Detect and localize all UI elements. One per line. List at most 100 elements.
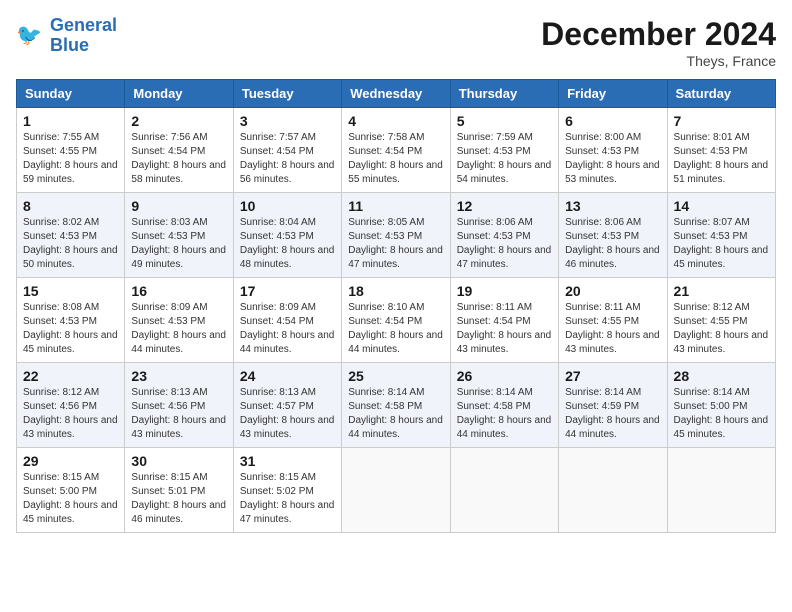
day-info: Sunrise: 8:13 AM Sunset: 4:57 PM Dayligh…	[240, 386, 335, 442]
day-info: Sunrise: 8:15 AM Sunset: 5:02 PM Dayligh…	[240, 471, 335, 527]
day-number: 24	[240, 368, 335, 384]
day-number: 31	[240, 453, 335, 469]
day-number: 2	[131, 113, 226, 129]
column-header-monday: Monday	[125, 80, 233, 108]
calendar-cell	[667, 448, 775, 533]
column-header-thursday: Thursday	[450, 80, 558, 108]
day-info: Sunrise: 8:11 AM Sunset: 4:54 PM Dayligh…	[457, 301, 552, 357]
day-info: Sunrise: 8:01 AM Sunset: 4:53 PM Dayligh…	[674, 131, 769, 187]
column-header-tuesday: Tuesday	[233, 80, 341, 108]
day-info: Sunrise: 7:57 AM Sunset: 4:54 PM Dayligh…	[240, 131, 335, 187]
day-number: 9	[131, 198, 226, 214]
logo: 🐦 General Blue	[16, 16, 117, 56]
calendar-week-row: 29 Sunrise: 8:15 AM Sunset: 5:00 PM Dayl…	[17, 448, 776, 533]
day-number: 22	[23, 368, 118, 384]
day-number: 12	[457, 198, 552, 214]
calendar-cell: 8 Sunrise: 8:02 AM Sunset: 4:53 PM Dayli…	[17, 193, 125, 278]
calendar-cell: 5 Sunrise: 7:59 AM Sunset: 4:53 PM Dayli…	[450, 108, 558, 193]
day-number: 8	[23, 198, 118, 214]
day-info: Sunrise: 8:15 AM Sunset: 5:01 PM Dayligh…	[131, 471, 226, 527]
calendar-cell: 26 Sunrise: 8:14 AM Sunset: 4:58 PM Dayl…	[450, 363, 558, 448]
day-number: 19	[457, 283, 552, 299]
day-info: Sunrise: 8:07 AM Sunset: 4:53 PM Dayligh…	[674, 216, 769, 272]
calendar-week-row: 15 Sunrise: 8:08 AM Sunset: 4:53 PM Dayl…	[17, 278, 776, 363]
calendar-cell: 28 Sunrise: 8:14 AM Sunset: 5:00 PM Dayl…	[667, 363, 775, 448]
calendar-cell: 27 Sunrise: 8:14 AM Sunset: 4:59 PM Dayl…	[559, 363, 667, 448]
day-info: Sunrise: 8:09 AM Sunset: 4:54 PM Dayligh…	[240, 301, 335, 357]
location: Theys, France	[541, 53, 776, 69]
month-title: December 2024	[541, 16, 776, 53]
calendar-cell: 18 Sunrise: 8:10 AM Sunset: 4:54 PM Dayl…	[342, 278, 450, 363]
calendar-cell: 24 Sunrise: 8:13 AM Sunset: 4:57 PM Dayl…	[233, 363, 341, 448]
day-info: Sunrise: 8:11 AM Sunset: 4:55 PM Dayligh…	[565, 301, 660, 357]
day-number: 15	[23, 283, 118, 299]
day-info: Sunrise: 8:02 AM Sunset: 4:53 PM Dayligh…	[23, 216, 118, 272]
calendar-cell	[342, 448, 450, 533]
calendar-cell: 16 Sunrise: 8:09 AM Sunset: 4:53 PM Dayl…	[125, 278, 233, 363]
calendar-week-row: 1 Sunrise: 7:55 AM Sunset: 4:55 PM Dayli…	[17, 108, 776, 193]
calendar-cell: 21 Sunrise: 8:12 AM Sunset: 4:55 PM Dayl…	[667, 278, 775, 363]
day-number: 27	[565, 368, 660, 384]
calendar-cell: 12 Sunrise: 8:06 AM Sunset: 4:53 PM Dayl…	[450, 193, 558, 278]
day-info: Sunrise: 8:06 AM Sunset: 4:53 PM Dayligh…	[457, 216, 552, 272]
calendar-cell: 17 Sunrise: 8:09 AM Sunset: 4:54 PM Dayl…	[233, 278, 341, 363]
day-number: 10	[240, 198, 335, 214]
day-info: Sunrise: 8:14 AM Sunset: 4:58 PM Dayligh…	[457, 386, 552, 442]
calendar-cell: 25 Sunrise: 8:14 AM Sunset: 4:58 PM Dayl…	[342, 363, 450, 448]
calendar-cell: 4 Sunrise: 7:58 AM Sunset: 4:54 PM Dayli…	[342, 108, 450, 193]
day-number: 4	[348, 113, 443, 129]
column-header-wednesday: Wednesday	[342, 80, 450, 108]
calendar-cell: 1 Sunrise: 7:55 AM Sunset: 4:55 PM Dayli…	[17, 108, 125, 193]
calendar-cell: 3 Sunrise: 7:57 AM Sunset: 4:54 PM Dayli…	[233, 108, 341, 193]
calendar-cell	[559, 448, 667, 533]
day-info: Sunrise: 8:05 AM Sunset: 4:53 PM Dayligh…	[348, 216, 443, 272]
day-info: Sunrise: 8:12 AM Sunset: 4:56 PM Dayligh…	[23, 386, 118, 442]
day-info: Sunrise: 7:55 AM Sunset: 4:55 PM Dayligh…	[23, 131, 118, 187]
day-number: 30	[131, 453, 226, 469]
day-number: 3	[240, 113, 335, 129]
day-number: 23	[131, 368, 226, 384]
column-header-saturday: Saturday	[667, 80, 775, 108]
day-number: 28	[674, 368, 769, 384]
day-number: 29	[23, 453, 118, 469]
day-number: 14	[674, 198, 769, 214]
calendar-week-row: 22 Sunrise: 8:12 AM Sunset: 4:56 PM Dayl…	[17, 363, 776, 448]
calendar-week-row: 8 Sunrise: 8:02 AM Sunset: 4:53 PM Dayli…	[17, 193, 776, 278]
day-info: Sunrise: 8:12 AM Sunset: 4:55 PM Dayligh…	[674, 301, 769, 357]
day-info: Sunrise: 8:03 AM Sunset: 4:53 PM Dayligh…	[131, 216, 226, 272]
day-info: Sunrise: 8:14 AM Sunset: 4:58 PM Dayligh…	[348, 386, 443, 442]
day-info: Sunrise: 8:08 AM Sunset: 4:53 PM Dayligh…	[23, 301, 118, 357]
calendar-cell: 15 Sunrise: 8:08 AM Sunset: 4:53 PM Dayl…	[17, 278, 125, 363]
day-number: 11	[348, 198, 443, 214]
calendar-cell: 2 Sunrise: 7:56 AM Sunset: 4:54 PM Dayli…	[125, 108, 233, 193]
day-number: 13	[565, 198, 660, 214]
calendar-cell: 30 Sunrise: 8:15 AM Sunset: 5:01 PM Dayl…	[125, 448, 233, 533]
day-number: 18	[348, 283, 443, 299]
day-info: Sunrise: 8:09 AM Sunset: 4:53 PM Dayligh…	[131, 301, 226, 357]
day-number: 20	[565, 283, 660, 299]
day-info: Sunrise: 8:14 AM Sunset: 4:59 PM Dayligh…	[565, 386, 660, 442]
calendar-cell: 22 Sunrise: 8:12 AM Sunset: 4:56 PM Dayl…	[17, 363, 125, 448]
day-info: Sunrise: 8:06 AM Sunset: 4:53 PM Dayligh…	[565, 216, 660, 272]
day-number: 25	[348, 368, 443, 384]
calendar-cell: 14 Sunrise: 8:07 AM Sunset: 4:53 PM Dayl…	[667, 193, 775, 278]
day-info: Sunrise: 8:15 AM Sunset: 5:00 PM Dayligh…	[23, 471, 118, 527]
title-area: December 2024 Theys, France	[541, 16, 776, 69]
logo-icon: 🐦	[16, 21, 46, 51]
calendar-cell	[450, 448, 558, 533]
calendar-cell: 23 Sunrise: 8:13 AM Sunset: 4:56 PM Dayl…	[125, 363, 233, 448]
column-header-friday: Friday	[559, 80, 667, 108]
day-info: Sunrise: 8:04 AM Sunset: 4:53 PM Dayligh…	[240, 216, 335, 272]
calendar-cell: 19 Sunrise: 8:11 AM Sunset: 4:54 PM Dayl…	[450, 278, 558, 363]
page-header: 🐦 General Blue December 2024 Theys, Fran…	[16, 16, 776, 69]
day-number: 21	[674, 283, 769, 299]
calendar-cell: 13 Sunrise: 8:06 AM Sunset: 4:53 PM Dayl…	[559, 193, 667, 278]
logo-text: General Blue	[50, 16, 117, 56]
calendar-cell: 9 Sunrise: 8:03 AM Sunset: 4:53 PM Dayli…	[125, 193, 233, 278]
day-info: Sunrise: 8:10 AM Sunset: 4:54 PM Dayligh…	[348, 301, 443, 357]
day-number: 7	[674, 113, 769, 129]
calendar-cell: 10 Sunrise: 8:04 AM Sunset: 4:53 PM Dayl…	[233, 193, 341, 278]
calendar-cell: 6 Sunrise: 8:00 AM Sunset: 4:53 PM Dayli…	[559, 108, 667, 193]
calendar-cell: 29 Sunrise: 8:15 AM Sunset: 5:00 PM Dayl…	[17, 448, 125, 533]
day-info: Sunrise: 7:59 AM Sunset: 4:53 PM Dayligh…	[457, 131, 552, 187]
